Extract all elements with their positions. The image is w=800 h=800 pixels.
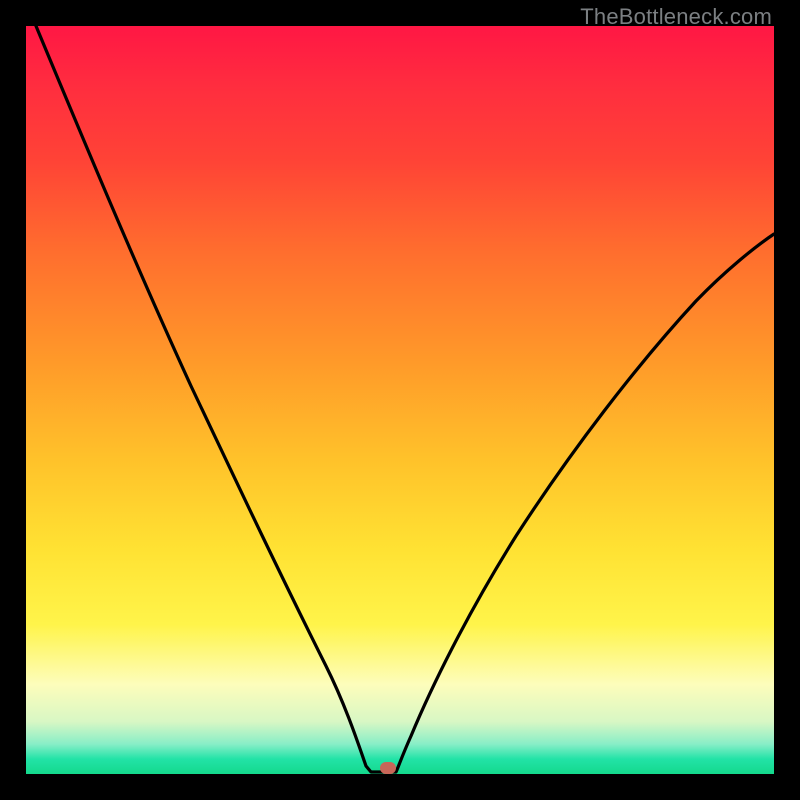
chart-frame: TheBottleneck.com (0, 0, 800, 800)
optimal-point-marker (380, 762, 396, 774)
curve-svg (26, 26, 774, 774)
bottleneck-curve-path (36, 26, 774, 772)
plot-area (26, 26, 774, 774)
